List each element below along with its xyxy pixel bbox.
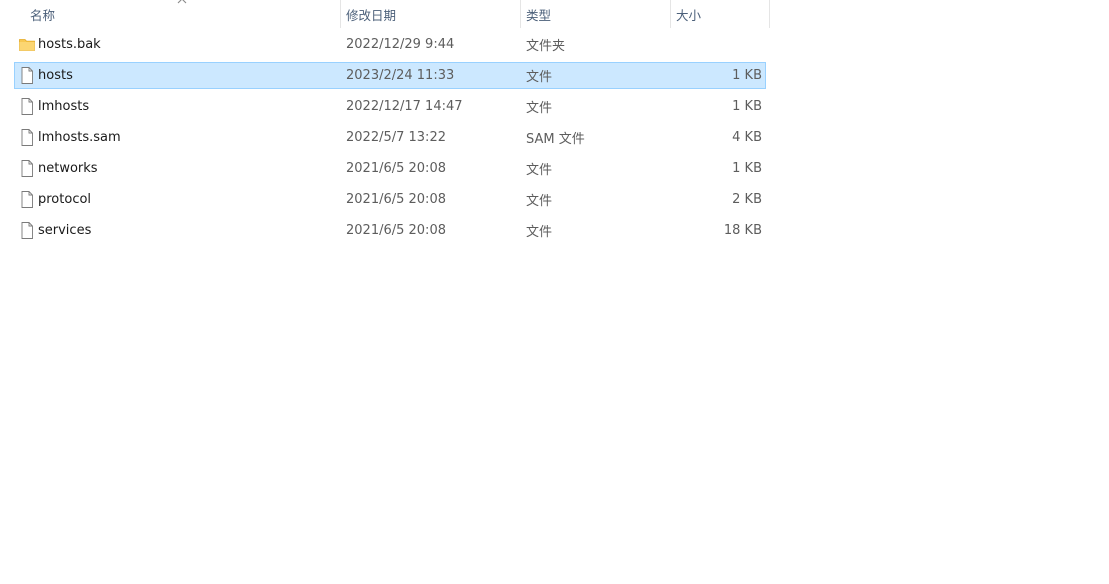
file-size: 4 KB xyxy=(732,130,762,145)
file-modified-date: 2022/12/29 9:44 xyxy=(346,37,455,52)
file-type: 文件 xyxy=(526,70,553,85)
column-header-type-label: 类型 xyxy=(526,7,552,23)
file-icon xyxy=(19,129,35,146)
column-header-type[interactable]: 类型 xyxy=(526,0,670,28)
file-modified-date: 2022/5/7 13:22 xyxy=(346,130,446,145)
file-name: lmhosts.sam xyxy=(38,130,121,145)
file-name: hosts.bak xyxy=(38,37,101,52)
file-icon xyxy=(19,191,35,208)
column-divider[interactable] xyxy=(670,0,671,28)
file-type: 文件 xyxy=(526,101,553,116)
file-row[interactable]: protocol 2021/6/5 20:08 文件 2 KB xyxy=(14,186,766,213)
column-header-name-label: 名称 xyxy=(30,7,56,23)
file-name: protocol xyxy=(38,192,92,207)
file-row[interactable]: lmhosts 2022/12/17 14:47 文件 1 KB xyxy=(14,93,766,120)
file-modified-date: 2021/6/5 20:08 xyxy=(346,223,446,238)
column-header-size-label: 大小 xyxy=(676,7,702,23)
file-name: hosts xyxy=(38,68,73,83)
file-type: 文件 xyxy=(526,194,553,209)
folder-icon xyxy=(19,36,35,53)
column-divider[interactable] xyxy=(520,0,521,28)
file-row[interactable]: services 2021/6/5 20:08 文件 18 KB xyxy=(14,217,766,244)
file-list-view: 名称 修改日期 类型 大小 hosts.bak 2022/12/29 9:44 文件… xyxy=(0,0,1109,584)
file-type: 文件 xyxy=(526,225,553,240)
file-size: 18 KB xyxy=(723,223,762,238)
file-icon xyxy=(19,98,35,115)
column-divider[interactable] xyxy=(340,0,341,28)
column-header-modified[interactable]: 修改日期 xyxy=(346,0,520,28)
column-divider[interactable] xyxy=(769,0,770,28)
file-row[interactable]: lmhosts.sam 2022/5/7 13:22 SAM 文件 4 KB xyxy=(14,124,766,151)
file-icon xyxy=(19,222,35,239)
file-name: networks xyxy=(38,161,98,176)
file-type: 文件 xyxy=(526,163,553,178)
column-header-size[interactable]: 大小 xyxy=(676,0,770,28)
file-icon xyxy=(19,67,35,84)
file-row[interactable]: hosts.bak 2022/12/29 9:44 文件夹 xyxy=(14,31,766,58)
file-row[interactable]: hosts 2023/2/24 11:33 文件 1 KB xyxy=(14,62,766,89)
file-size: 1 KB xyxy=(732,99,762,114)
file-type: 文件夹 xyxy=(526,39,566,54)
file-size: 1 KB xyxy=(732,68,762,83)
sort-ascending-icon xyxy=(177,0,187,4)
column-header-modified-label: 修改日期 xyxy=(346,7,397,23)
file-modified-date: 2021/6/5 20:08 xyxy=(346,161,446,176)
file-name: lmhosts xyxy=(38,99,90,114)
file-modified-date: 2021/6/5 20:08 xyxy=(346,192,446,207)
file-modified-date: 2022/12/17 14:47 xyxy=(346,99,463,114)
file-type: SAM 文件 xyxy=(526,132,585,147)
file-row[interactable]: networks 2021/6/5 20:08 文件 1 KB xyxy=(14,155,766,182)
file-size: 2 KB xyxy=(732,192,762,207)
file-name: services xyxy=(38,223,92,238)
column-header-bar: 名称 修改日期 类型 大小 xyxy=(0,0,770,28)
file-icon xyxy=(19,160,35,177)
file-size: 1 KB xyxy=(732,161,762,176)
file-modified-date: 2023/2/24 11:33 xyxy=(346,68,455,83)
